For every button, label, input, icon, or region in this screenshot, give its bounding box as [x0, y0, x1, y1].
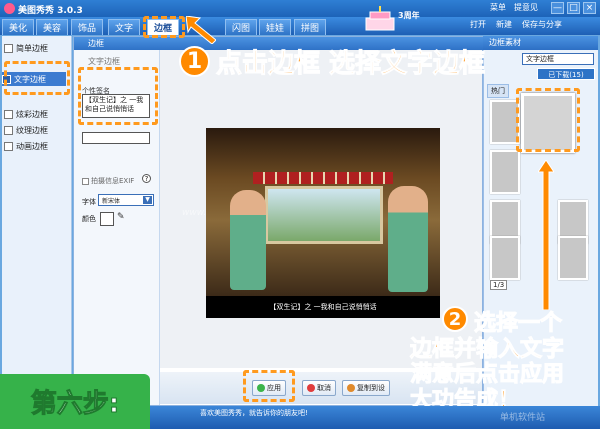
library-tabs: 热门 [487, 84, 509, 98]
top-links: 菜单 提意见 [490, 2, 538, 13]
eyedropper-icon[interactable]: ✎ [117, 212, 125, 222]
texture-frame-icon [4, 125, 13, 135]
anniversary-label: 3周年 [398, 11, 420, 20]
highlight-signature [78, 67, 158, 125]
font-label: 字体 [82, 198, 96, 206]
page-indicator: 1/3 [490, 280, 508, 290]
tab-collage[interactable]: 拼图 [294, 19, 327, 35]
maximize-button[interactable]: □ [567, 2, 580, 14]
library-pager: 1/3 [490, 280, 508, 290]
tab-doll[interactable]: 娃娃 [259, 19, 292, 35]
window-controls: — □ × [551, 2, 596, 14]
arrow-up-icon [538, 160, 554, 310]
arrow-pointer-icon [186, 16, 216, 44]
exif-checkbox[interactable] [82, 177, 89, 185]
highlight-frame-thumbnail [516, 88, 580, 152]
tab-beautify[interactable]: 美化 [2, 19, 35, 35]
minimize-button[interactable]: — [551, 2, 564, 14]
photo-watermark: www. [182, 208, 207, 218]
open-button[interactable]: 打开 [470, 19, 486, 30]
reset-button[interactable]: 复制到设 [342, 380, 390, 396]
menu-link[interactable]: 菜单 [490, 2, 506, 13]
sign-header: 文字边框 [88, 57, 120, 66]
cancel-icon [307, 384, 315, 392]
simple-frame-icon [4, 43, 13, 53]
category-simple-frame[interactable]: 简单边框 [4, 42, 48, 54]
category-colorful-frame[interactable]: 炫彩边框 [4, 108, 48, 120]
tab-makeup[interactable]: 美容 [36, 19, 69, 35]
color-swatch[interactable] [100, 212, 114, 226]
frame-thumbnail[interactable] [490, 150, 520, 194]
category-texture-frame[interactable]: 纹理边框 [4, 124, 48, 136]
anniversary-cake-icon [365, 6, 395, 31]
tab-hot[interactable]: 热门 [487, 84, 509, 98]
step1-badge: 1 [179, 46, 210, 77]
cancel-button[interactable]: 取消 [302, 380, 336, 396]
highlight-text-frame [4, 61, 70, 95]
tab-flash[interactable]: 闪图 [225, 19, 258, 35]
close-button[interactable]: × [583, 2, 596, 14]
step6-label: 第六步: [0, 374, 150, 429]
photo-banner-decoration [253, 172, 393, 184]
library-category-select[interactable]: 文字边框 [522, 53, 594, 65]
step1-instruction: 点击边框 选择文字边框 [215, 49, 486, 80]
photo-window-view [265, 186, 383, 244]
animated-frame-icon [4, 141, 13, 151]
toolbar-right: 打开 新建 保存与分享 [470, 19, 562, 30]
save-share-button[interactable]: 保存与分享 [522, 19, 562, 30]
chevron-down-icon: ▼ [143, 196, 152, 204]
highlight-frame-tab [143, 16, 185, 38]
photo-figure-right [388, 186, 428, 292]
photo-figure-left [230, 190, 266, 290]
reset-icon [347, 384, 355, 392]
downloaded-button[interactable]: 已下载(15) [537, 68, 595, 80]
second-text-input[interactable] [82, 132, 150, 144]
color-label: 颜色 [82, 215, 96, 223]
frame-thumbnail[interactable] [490, 236, 520, 280]
tab-text[interactable]: 文字 [108, 19, 141, 35]
exif-option[interactable]: 拍摄信息EXIF [82, 176, 134, 186]
status-text: 喜欢美图秀秀，就告诉你的朋友吧! [200, 409, 308, 417]
new-button[interactable]: 新建 [496, 19, 512, 30]
step2-badge: 2 [442, 306, 468, 332]
tab-accessory[interactable]: 饰品 [71, 19, 104, 35]
font-select[interactable]: 新宋体 ▼ [98, 194, 154, 206]
help-icon[interactable]: ? [142, 174, 151, 183]
frame-caption: 【双生记】之 一我和自己说悄悄话 [206, 296, 440, 318]
colorful-frame-icon [4, 109, 13, 119]
feedback-link[interactable]: 提意见 [514, 2, 538, 13]
site-watermark: 单机软件站 [500, 413, 546, 423]
app-logo-icon [4, 3, 15, 14]
window-title: 美图秀秀 3.0.3 [18, 6, 83, 16]
library-title: 边框素材 [483, 36, 598, 50]
highlight-apply [243, 370, 295, 402]
frame-thumbnail[interactable] [558, 236, 588, 280]
category-animated-frame[interactable]: 动画边框 [4, 140, 48, 152]
